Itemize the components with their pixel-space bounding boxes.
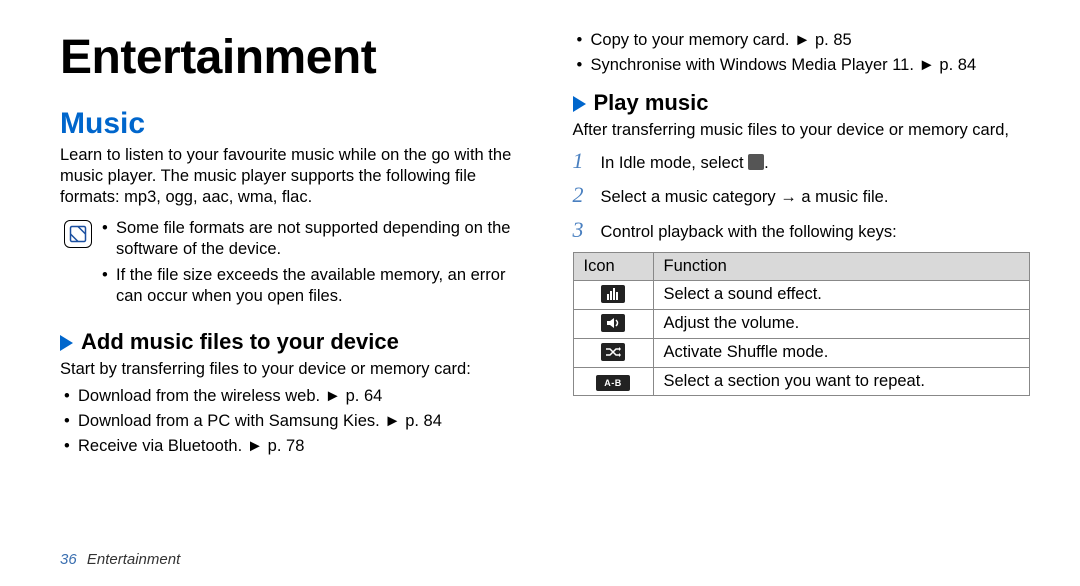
a-b-repeat-icon: A-B: [573, 367, 653, 395]
step-text: Select a music category → a music file.: [601, 187, 889, 208]
bullet-item: Receive via Bluetooth. ► p. 78: [64, 436, 518, 457]
speaker-icon: [573, 309, 653, 338]
subsection-play-music: Play music: [573, 90, 1031, 116]
right-column: Copy to your memory card. ► p. 85 Synchr…: [573, 30, 1031, 520]
chevron-right-icon: [573, 96, 586, 112]
note-box: Some file formats are not supported depe…: [64, 218, 518, 310]
table-cell-function: Activate Shuffle mode.: [653, 338, 1030, 367]
bullet-item: Copy to your memory card. ► p. 85: [577, 30, 1031, 51]
subsection-add-music: Add music files to your device: [60, 329, 518, 355]
step-item: 1 In Idle mode, select .: [573, 147, 1031, 175]
table-cell-function: Adjust the volume.: [653, 309, 1030, 338]
step-text: In Idle mode, select: [601, 154, 749, 172]
step-text: .: [764, 154, 769, 172]
footer-label: Entertainment: [87, 551, 180, 568]
subsection-title: Play music: [594, 90, 709, 116]
table-header-function: Function: [653, 252, 1030, 280]
music-intro: Learn to listen to your favourite music …: [60, 145, 518, 208]
bullet-item: Synchronise with Windows Media Player 11…: [577, 55, 1031, 76]
section-title-music: Music: [60, 107, 518, 141]
table-cell-function: Select a section you want to repeat.: [653, 367, 1030, 395]
chevron-right-icon: [60, 335, 73, 351]
table-row: Adjust the volume.: [573, 309, 1030, 338]
table-row: Activate Shuffle mode.: [573, 338, 1030, 367]
chapter-title: Entertainment: [60, 30, 518, 85]
table-header-icon: Icon: [573, 252, 653, 280]
note-item: If the file size exceeds the available m…: [102, 265, 518, 307]
page-number: 36: [60, 551, 77, 568]
step-number: 3: [573, 216, 591, 244]
steps-list: 1 In Idle mode, select . 2 Select a musi…: [573, 147, 1031, 243]
note-list: Some file formats are not supported depe…: [102, 218, 518, 310]
note-icon: [64, 220, 92, 248]
bullet-item: Download from a PC with Samsung Kies. ► …: [64, 411, 518, 432]
step-number: 1: [573, 147, 591, 175]
continued-bullets: Copy to your memory card. ► p. 85 Synchr…: [577, 30, 1031, 76]
note-item: Some file formats are not supported depe…: [102, 218, 518, 260]
shuffle-icon: [573, 338, 653, 367]
bullet-item: Download from the wireless web. ► p. 64: [64, 386, 518, 407]
music-app-icon: [748, 154, 764, 170]
step-number: 2: [573, 181, 591, 209]
functions-table: Icon Function Select a sound effect.: [573, 252, 1031, 396]
step-item: 2 Select a music category → a music file…: [573, 181, 1031, 209]
add-music-bullets: Download from the wireless web. ► p. 64 …: [64, 386, 518, 457]
add-music-intro: Start by transferring files to your devi…: [60, 359, 518, 380]
equalizer-icon: [573, 280, 653, 309]
table-cell-function: Select a sound effect.: [653, 280, 1030, 309]
step-item: 3 Control playback with the following ke…: [573, 216, 1031, 244]
subsection-title: Add music files to your device: [81, 329, 399, 355]
table-row: Select a sound effect.: [573, 280, 1030, 309]
page-footer: 36 Entertainment: [60, 551, 180, 568]
table-row: A-B Select a section you want to repeat.: [573, 367, 1030, 395]
play-music-intro: After transferring music files to your d…: [573, 120, 1031, 141]
step-text: Control playback with the following keys…: [601, 222, 897, 243]
left-column: Entertainment Music Learn to listen to y…: [60, 30, 518, 520]
